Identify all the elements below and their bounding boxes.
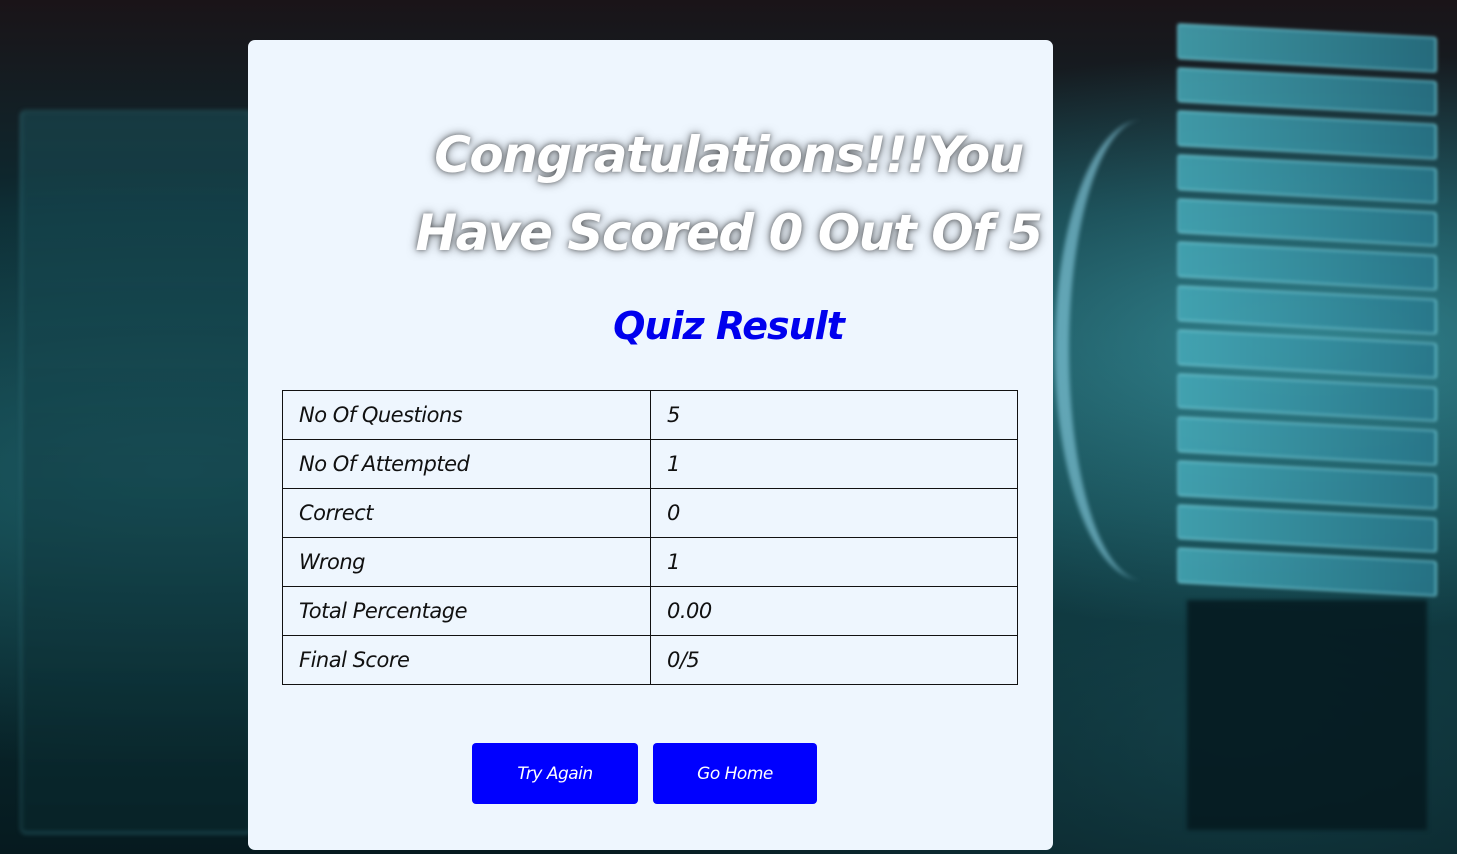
table-row: No Of Questions 5 <box>282 390 1018 440</box>
table-row: Wrong 1 <box>282 537 1018 587</box>
row-label: Wrong <box>282 537 651 587</box>
go-home-button[interactable]: Go Home <box>653 743 817 804</box>
row-label: Final Score <box>282 635 651 685</box>
row-label: Total Percentage <box>282 586 651 636</box>
try-again-button[interactable]: Try Again <box>472 743 638 804</box>
row-label: No Of Attempted <box>282 439 651 489</box>
row-value: 0 <box>650 488 1018 538</box>
background-panel-left <box>20 110 252 834</box>
row-value: 1 <box>650 537 1018 587</box>
background-panel-bottom-right <box>1187 600 1427 830</box>
row-label: No Of Questions <box>282 390 651 440</box>
table-row: No Of Attempted 1 <box>282 439 1018 489</box>
row-value: 5 <box>650 390 1018 440</box>
row-label: Correct <box>282 488 651 538</box>
row-value: 1 <box>650 439 1018 489</box>
table-row: Total Percentage 0.00 <box>282 586 1018 636</box>
table-row: Correct 0 <box>282 488 1018 538</box>
congratulations-heading: Congratulations!!!You Have Scored 0 Out … <box>415 126 1043 262</box>
quiz-result-title: Quiz Result <box>613 304 845 348</box>
row-value: 0/5 <box>650 635 1018 685</box>
row-value: 0.00 <box>650 586 1018 636</box>
results-table: No Of Questions 5 No Of Attempted 1 Corr… <box>282 390 1018 685</box>
table-row: Final Score 0/5 <box>282 635 1018 685</box>
